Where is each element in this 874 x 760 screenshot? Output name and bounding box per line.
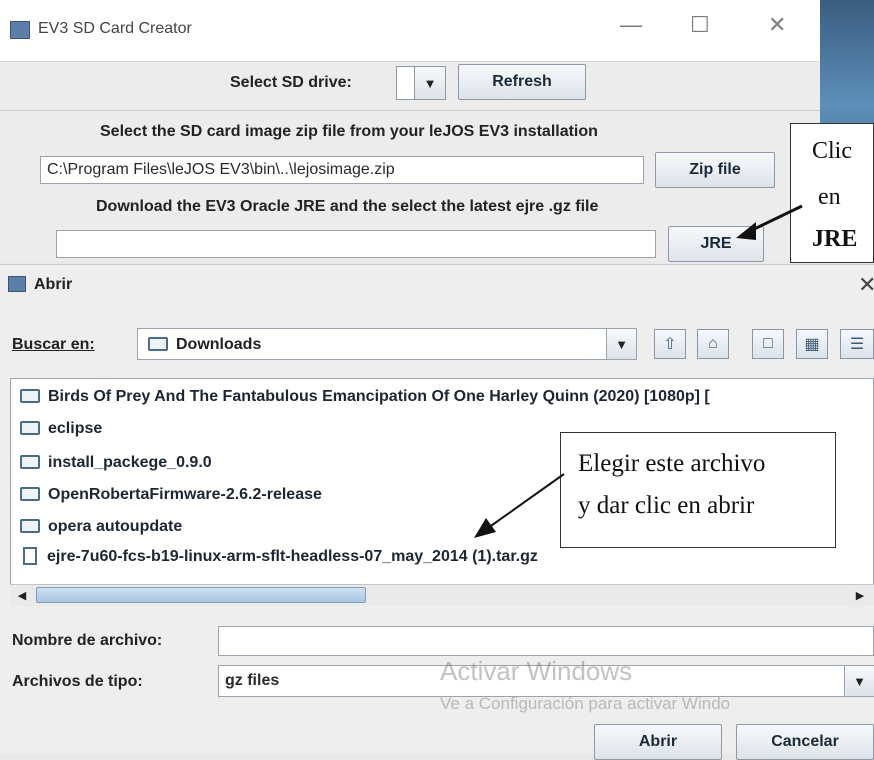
folder-icon xyxy=(20,388,40,403)
list-item[interactable]: OpenRobertaFirmware-2.6.2-release xyxy=(20,486,322,504)
activation-watermark-title: Activar Windows xyxy=(440,656,633,686)
zip-path-field[interactable]: C:\Program Files\leJOS EV3\bin\..\lejosi… xyxy=(40,156,644,184)
new-folder-icon[interactable]: □ xyxy=(752,329,784,359)
look-in-dropdown-icon[interactable]: ▼ xyxy=(606,329,636,359)
callout-arrow-1 xyxy=(736,204,803,240)
close-icon[interactable]: ✕ xyxy=(768,12,786,38)
filetype-dropdown-icon[interactable]: ▼ xyxy=(844,666,874,696)
window-title: EV3 SD Card Creator xyxy=(38,20,192,37)
scroll-right-icon[interactable]: ▶ xyxy=(850,586,870,604)
maximize-icon[interactable]: ☐ xyxy=(690,12,710,38)
callout-line-2: y dar clic en abrir xyxy=(578,492,755,519)
up-folder-icon[interactable]: ⇧ xyxy=(654,329,686,359)
app-icon xyxy=(10,21,30,39)
callout-line-1: Clic xyxy=(812,138,852,164)
filename-input[interactable] xyxy=(218,626,874,656)
select-drive-label: Select SD drive: xyxy=(230,74,352,91)
dialog-title: Abrir xyxy=(34,276,73,293)
folder-icon xyxy=(20,486,40,501)
look-in-value: Downloads xyxy=(176,336,262,353)
callout-line-2: en xyxy=(818,184,841,210)
list-item[interactable]: Birds Of Prey And The Fantabulous Emanci… xyxy=(20,388,710,406)
callout-line-3: JRE xyxy=(812,226,858,252)
activation-watermark-subtitle: Ve a Configuración para activar Windo xyxy=(440,694,731,713)
refresh-button[interactable]: Refresh xyxy=(458,64,586,100)
look-in-folder-icon xyxy=(148,336,176,354)
home-icon[interactable]: ⌂ xyxy=(697,329,729,359)
dialog-icon xyxy=(8,276,26,292)
scroll-thumb[interactable] xyxy=(36,587,366,603)
jre-path-field[interactable] xyxy=(56,230,656,258)
open-button[interactable]: Abrir xyxy=(594,724,722,760)
list-item[interactable]: ejre-7u60-fcs-b19-linux-arm-sflt-headles… xyxy=(20,547,538,566)
look-in-label: Buscar en: xyxy=(12,336,95,353)
minimize-icon[interactable]: — xyxy=(620,12,642,38)
list-item[interactable]: eclipse xyxy=(20,420,102,438)
filetype-label: Archivos de tipo: xyxy=(12,673,143,690)
list-item[interactable]: install_packege_0.9.0 xyxy=(20,454,212,472)
callout-arrow-2 xyxy=(474,473,565,538)
cancel-button[interactable]: Cancelar xyxy=(736,724,874,760)
details-view-icon[interactable]: ☰ xyxy=(840,329,874,359)
filename-label: Nombre de archivo: xyxy=(12,632,163,649)
list-view-icon[interactable]: ▦ xyxy=(796,329,828,359)
zip-instruction: Select the SD card image zip file from y… xyxy=(100,123,598,140)
folder-icon xyxy=(20,518,40,533)
list-item[interactable]: opera autoupdate xyxy=(20,518,182,536)
dialog-close-icon[interactable]: ✕ xyxy=(858,272,874,298)
jre-instruction: Download the EV3 Oracle JRE and the sele… xyxy=(96,198,599,215)
scroll-left-icon[interactable]: ◀ xyxy=(12,586,32,604)
drive-dropdown-button[interactable]: ▼ xyxy=(414,67,445,99)
divider xyxy=(0,110,820,111)
callout-line-1: Elegir este archivo xyxy=(578,450,766,477)
folder-icon xyxy=(20,420,40,435)
zip-file-button[interactable]: Zip file xyxy=(655,152,775,188)
folder-icon xyxy=(20,454,40,469)
file-icon xyxy=(23,547,37,565)
